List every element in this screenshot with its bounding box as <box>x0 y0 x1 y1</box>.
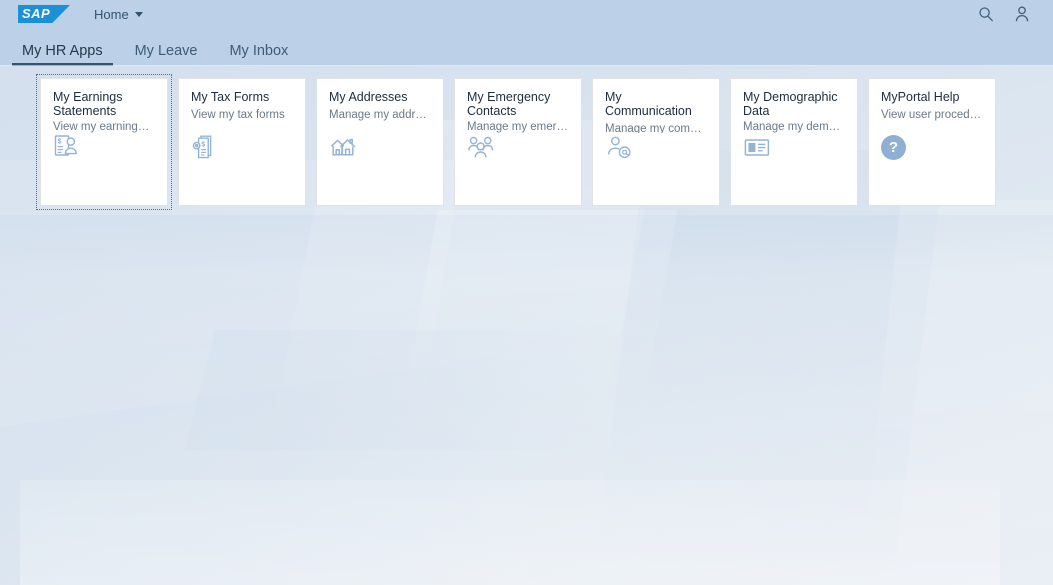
tab-my-hr-apps[interactable]: My HR Apps <box>12 42 113 67</box>
tab-label: My HR Apps <box>22 42 103 59</box>
tile-my-addresses[interactable]: My Addresses Manage my addresses <box>316 78 444 206</box>
communication-email-icon <box>605 133 633 161</box>
tile-title: MyPortal Help <box>881 90 960 104</box>
tile-subtitle: View my tax forms <box>191 109 285 121</box>
tile-my-earnings-statements[interactable]: My Earnings Statements View my earnings … <box>36 74 172 210</box>
tile-my-demographic-data[interactable]: My Demographic Data Manage my demogra... <box>730 78 858 206</box>
shell-header-actions <box>977 5 1031 23</box>
tile-wrapper: My Addresses Manage my addresses <box>316 78 453 206</box>
tab-label: My Inbox <box>229 42 289 59</box>
svg-text:$: $ <box>58 138 62 145</box>
sap-logo-text: SAP <box>22 6 51 21</box>
tile-my-tax-forms[interactable]: My Tax Forms View my tax forms $ <box>178 78 306 206</box>
tile-wrapper: My Emergency Contacts Manage my emergen.… <box>454 78 591 206</box>
fiori-launchpad: SAP Home My HR Apps My Leave My Inbox My… <box>0 0 1053 585</box>
tile-subtitle: View user procedure... <box>881 109 983 121</box>
earnings-statement-icon: $ <box>53 133 81 161</box>
shell-header: SAP Home <box>0 0 1053 28</box>
tile-title: My Tax Forms <box>191 90 270 104</box>
tab-bar-divider <box>0 65 1053 66</box>
search-icon[interactable] <box>977 5 995 23</box>
tile-wrapper: MyPortal Help View user procedure... ? <box>868 78 1005 206</box>
tile-wrapper: My Earnings Statements View my earnings … <box>36 74 177 210</box>
tile-subtitle: View my earnings sta... <box>53 120 155 133</box>
tile-wrapper: My Demographic Data Manage my demogra... <box>730 78 867 206</box>
user-icon[interactable] <box>1013 5 1031 23</box>
tab-my-inbox[interactable]: My Inbox <box>219 42 298 67</box>
tile-title: My Emergency Contacts <box>467 90 551 116</box>
tile-subtitle: Manage my emergen... <box>467 120 569 133</box>
emergency-contacts-group-icon <box>467 133 495 161</box>
tile-my-emergency-contacts[interactable]: My Emergency Contacts Manage my emergen.… <box>454 78 582 206</box>
background-shape <box>20 480 1000 585</box>
tile-subtitle: Manage my demogra... <box>743 120 845 133</box>
addresses-home-icon <box>329 133 357 161</box>
tile-title: My Communication Data <box>605 90 692 118</box>
tax-form-icon: $ <box>191 133 219 161</box>
home-menu-label: Home <box>94 6 129 22</box>
tile-title: My Earnings Statements <box>53 90 123 116</box>
tile-title: My Addresses <box>329 90 408 104</box>
tile-subtitle: Manage my addresses <box>329 109 431 121</box>
tile-subtitle: Manage my commun... <box>605 123 707 133</box>
svg-text:$: $ <box>201 142 205 149</box>
sap-logo[interactable]: SAP <box>18 5 70 23</box>
tile-myportal-help[interactable]: MyPortal Help View user procedure... ? <box>868 78 996 206</box>
tile-wrapper: My Communication Data Manage my commun..… <box>592 78 729 206</box>
tile-title: My Demographic Data <box>743 90 838 116</box>
help-question-icon: ? <box>881 135 906 160</box>
demographic-id-card-icon <box>743 133 771 161</box>
tab-label: My Leave <box>134 42 198 59</box>
chevron-down-icon <box>134 11 143 17</box>
tab-my-leave[interactable]: My Leave <box>125 42 208 67</box>
home-menu-button[interactable]: Home <box>90 5 147 24</box>
tile-my-communication-data[interactable]: My Communication Data Manage my commun..… <box>592 78 720 206</box>
tile-container: My Earnings Statements View my earnings … <box>36 74 1005 210</box>
page-tab-bar: My HR Apps My Leave My Inbox <box>0 28 1053 66</box>
tile-wrapper: My Tax Forms View my tax forms $ <box>178 78 315 206</box>
